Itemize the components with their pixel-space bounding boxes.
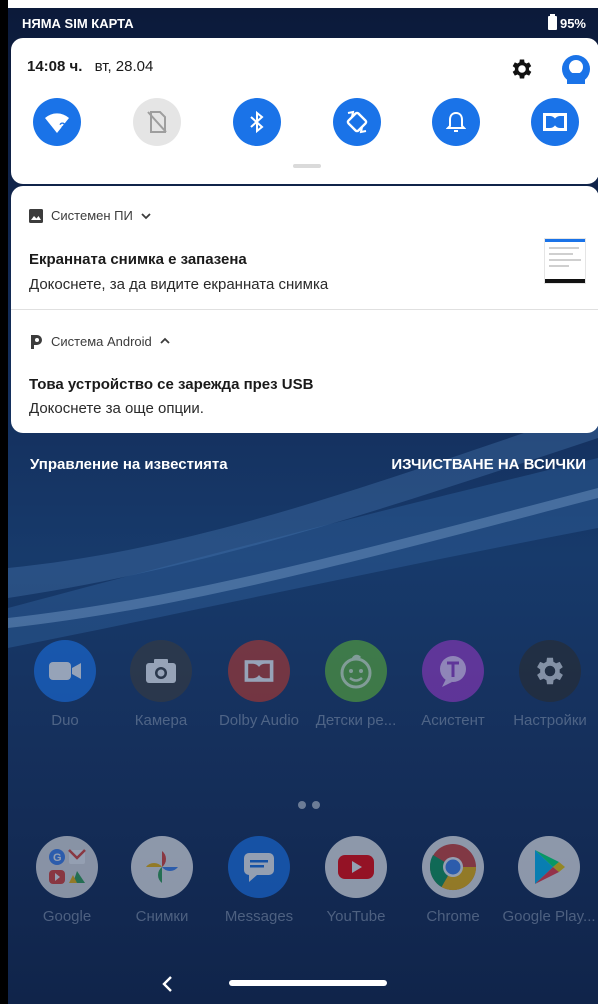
notification-app-header[interactable]: Системен ПИ bbox=[29, 208, 151, 223]
chevron-up-icon[interactable] bbox=[160, 337, 170, 345]
app-kids[interactable]: Детски ре... bbox=[308, 640, 404, 729]
notification-list: Системен ПИ Екранната снимка е запазена … bbox=[11, 186, 598, 433]
notification-title: Това устройство се зарежда през USB bbox=[29, 376, 314, 393]
app-settings[interactable]: Настройки bbox=[502, 640, 598, 729]
bell-icon bbox=[446, 111, 466, 132]
photos-icon bbox=[131, 836, 193, 898]
auto-rotate-icon bbox=[346, 110, 368, 134]
app-label: Google Play... bbox=[502, 908, 596, 925]
app-label: YouTube bbox=[326, 908, 386, 925]
battery-level: 95% bbox=[559, 15, 586, 31]
qs-tile-auto-rotate[interactable] bbox=[333, 98, 381, 146]
app-play-store[interactable]: Google Play... bbox=[501, 836, 597, 925]
app-label: Камера bbox=[134, 712, 188, 729]
notification-text: Докоснете, за да видите екранната снимка bbox=[29, 276, 329, 293]
qs-tile-dolby[interactable] bbox=[531, 98, 579, 146]
user-avatar-icon[interactable] bbox=[561, 54, 591, 84]
screenshot-thumbnail[interactable] bbox=[544, 238, 586, 284]
page-dot bbox=[298, 801, 306, 809]
page-indicator bbox=[298, 801, 320, 809]
qs-date: вт, 28.04 bbox=[94, 58, 154, 75]
play-store-icon bbox=[518, 836, 580, 898]
no-sim-icon bbox=[147, 111, 167, 133]
qs-tile-sound[interactable] bbox=[432, 98, 480, 146]
carrier-text: НЯМА SIM КАРТА bbox=[22, 15, 134, 31]
app-youtube[interactable]: YouTube bbox=[308, 836, 404, 925]
kids-icon bbox=[325, 640, 387, 702]
notification-app-name: Система Android bbox=[51, 333, 152, 349]
youtube-icon bbox=[325, 836, 387, 898]
app-google-folder[interactable]: G Google bbox=[19, 836, 115, 925]
manage-notifications-button[interactable]: Управление на известията bbox=[30, 456, 228, 473]
qs-tile-wifi[interactable]: ? bbox=[33, 98, 81, 146]
assistant-icon bbox=[422, 640, 484, 702]
qs-datetime[interactable]: 14:08 ч. вт, 28.04 bbox=[27, 58, 153, 75]
app-camera[interactable]: Камера bbox=[113, 640, 209, 729]
chevron-down-icon[interactable] bbox=[141, 212, 151, 220]
notification-text: Докоснете за още опции. bbox=[29, 400, 204, 417]
app-row-2: G Google Снимки Messages YouTube Chrome … bbox=[8, 836, 598, 946]
app-assistant[interactable]: Асистент bbox=[405, 640, 501, 729]
app-photos[interactable]: Снимки bbox=[114, 836, 210, 925]
page-dot bbox=[312, 801, 320, 809]
image-icon bbox=[29, 208, 43, 223]
qs-drag-handle[interactable] bbox=[293, 164, 321, 168]
settings-icon bbox=[519, 640, 581, 702]
app-label: Асистент bbox=[421, 712, 485, 729]
back-icon[interactable] bbox=[158, 974, 178, 994]
bluetooth-icon bbox=[250, 110, 264, 134]
qs-tile-sim[interactable] bbox=[133, 98, 181, 146]
app-messages[interactable]: Messages bbox=[211, 836, 307, 925]
messages-icon bbox=[228, 836, 290, 898]
app-label: Настройки bbox=[513, 712, 587, 729]
chrome-icon bbox=[422, 836, 484, 898]
app-label: Детски ре... bbox=[315, 712, 397, 729]
screenshot-preview-image bbox=[545, 239, 585, 283]
app-label: Messages bbox=[224, 908, 294, 925]
dolby-icon bbox=[228, 640, 290, 702]
home-screen: НЯМА SIM КАРТА 95% 14:08 ч. вт, 28.04 ? bbox=[8, 8, 598, 1004]
app-label: Google bbox=[42, 908, 92, 925]
battery-indicator: 95% bbox=[547, 14, 586, 31]
settings-gear-icon[interactable] bbox=[509, 56, 535, 82]
notification-app-header[interactable]: Система Android bbox=[29, 333, 170, 349]
app-chrome[interactable]: Chrome bbox=[405, 836, 501, 925]
home-gesture-bar[interactable] bbox=[229, 980, 387, 986]
clear-all-button[interactable]: ИЗЧИСТВАНЕ НА ВСИЧКИ bbox=[391, 456, 586, 473]
app-row-1: Duo Камера Dolby Audio Детски ре... Асис… bbox=[8, 640, 598, 750]
dolby-icon bbox=[543, 113, 567, 131]
app-duo[interactable]: Duo bbox=[17, 640, 113, 729]
notification-footer: Управление на известията ИЗЧИСТВАНЕ НА В… bbox=[8, 446, 598, 482]
android-system-icon bbox=[31, 335, 42, 349]
qs-time: 14:08 ч. bbox=[27, 58, 83, 75]
status-bar: НЯМА SIM КАРТА 95% bbox=[8, 8, 598, 38]
app-label: Dolby Audio bbox=[218, 712, 300, 729]
app-label: Duo bbox=[51, 712, 79, 729]
camera-icon bbox=[130, 640, 192, 702]
svg-text:G: G bbox=[53, 852, 62, 864]
google-folder-icon: G bbox=[36, 836, 98, 898]
device-bezel bbox=[0, 0, 8, 1004]
app-label: Chrome bbox=[426, 908, 480, 925]
app-label: Снимки bbox=[135, 908, 189, 925]
battery-charging-icon bbox=[547, 14, 557, 30]
svg-text:?: ? bbox=[59, 121, 66, 133]
quick-settings-panel: 14:08 ч. вт, 28.04 ? bbox=[11, 38, 598, 184]
wifi-question-icon: ? bbox=[45, 113, 69, 133]
notification-app-name: Системен ПИ bbox=[51, 208, 133, 223]
qs-tile-bluetooth[interactable] bbox=[233, 98, 281, 146]
app-dolby-audio[interactable]: Dolby Audio bbox=[211, 640, 307, 729]
duo-icon bbox=[34, 640, 96, 702]
notification-divider bbox=[11, 309, 598, 310]
notification-title: Екранната снимка е запазена bbox=[29, 251, 247, 268]
